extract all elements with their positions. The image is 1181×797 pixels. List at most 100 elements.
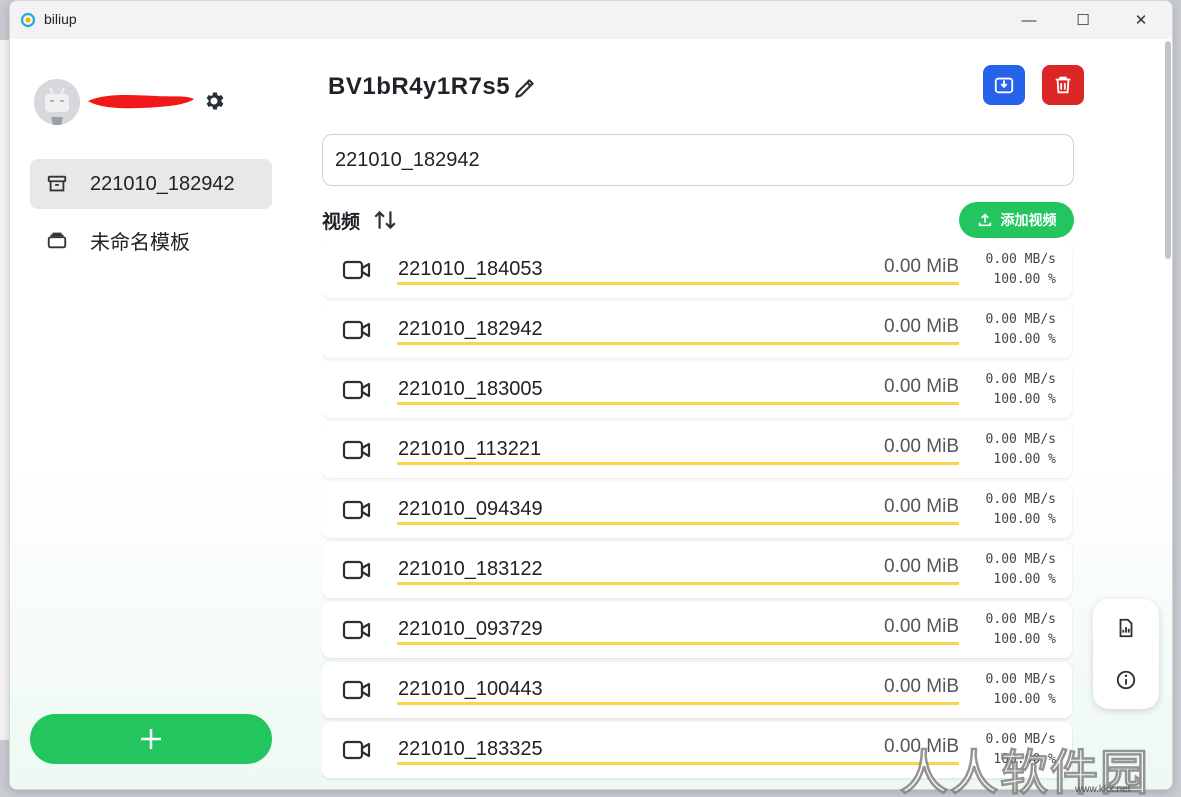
video-row[interactable]: 221010_183005 0.00 MiB 0.00 MB/s 100.00 % xyxy=(322,362,1072,418)
upload-progress-bar xyxy=(397,762,959,765)
video-name: 221010_113221 xyxy=(398,438,542,460)
template-name-input[interactable] xyxy=(322,134,1074,186)
download-icon xyxy=(994,77,1014,94)
sidebar-item-untitled-template[interactable]: 未命名模板 xyxy=(30,215,272,265)
archive-icon xyxy=(44,171,70,197)
video-row[interactable]: 221010_094349 0.00 MiB 0.00 MB/s 100.00 % xyxy=(322,482,1072,538)
video-camera-icon xyxy=(342,260,371,280)
maximize-button[interactable]: ☐ xyxy=(1060,1,1106,39)
video-size: 0.00 MiB xyxy=(884,376,959,397)
video-camera-icon xyxy=(342,560,371,580)
video-row[interactable]: 221010_184053 0.00 MiB 0.00 MB/s 100.00 % xyxy=(322,242,1072,298)
default-avatar-icon xyxy=(34,79,80,125)
upload-percent: 100.00 % xyxy=(993,572,1056,587)
main-panel: BV1bR4y1R7s5 视频 添加视频 221010_184053 0.00 M… xyxy=(320,39,1084,789)
video-size: 0.00 MiB xyxy=(884,616,959,637)
video-size: 0.00 MiB xyxy=(884,316,959,337)
video-row[interactable]: 221010_093729 0.00 MiB 0.00 MB/s 100.00 % xyxy=(322,602,1072,658)
video-name: 221010_184053 xyxy=(398,258,543,280)
video-camera-icon xyxy=(342,380,371,400)
close-window-button[interactable]: ✕ xyxy=(1118,1,1164,39)
upload-progress-fill xyxy=(397,462,959,465)
log-button[interactable] xyxy=(1113,615,1139,641)
video-name: 221010_100443 xyxy=(398,678,543,700)
plus-icon xyxy=(141,729,161,749)
video-list: 221010_184053 0.00 MiB 0.00 MB/s 100.00 % 22… xyxy=(322,242,1074,789)
video-row[interactable]: 221010_113221 0.00 MiB 0.00 MB/s 100.00 % xyxy=(322,422,1072,478)
add-video-label: 添加视频 xyxy=(1000,212,1057,228)
upload-percent: 100.00 % xyxy=(993,692,1056,707)
info-button[interactable] xyxy=(1113,667,1139,693)
delete-button[interactable] xyxy=(1042,65,1084,105)
video-name: 221010_183325 xyxy=(398,738,543,760)
upload-progress-fill xyxy=(397,342,959,345)
avatar[interactable] xyxy=(34,79,80,125)
upload-progress-bar xyxy=(397,702,959,705)
window-title: biliup xyxy=(44,11,77,27)
video-size: 0.00 MiB xyxy=(884,676,959,697)
upload-progress-fill xyxy=(397,762,959,765)
minimize-button[interactable]: — xyxy=(1006,1,1052,39)
upload-progress-bar xyxy=(397,462,959,465)
pencil-icon[interactable] xyxy=(512,75,538,101)
video-row[interactable]: 221010_182942 0.00 MiB 0.00 MB/s 100.00 % xyxy=(322,302,1072,358)
video-row[interactable]: 221010_100443 0.00 MiB 0.00 MB/s 100.00 % xyxy=(322,662,1072,718)
add-video-button[interactable]: 添加视频 xyxy=(959,202,1074,238)
video-size: 0.00 MiB xyxy=(884,556,959,577)
upload-percent: 100.00 % xyxy=(993,392,1056,407)
video-size: 0.00 MiB xyxy=(884,496,959,517)
app-window: biliup — ☐ ✕ 221010_182942 未命名模板 BV1bR4y… xyxy=(9,0,1173,790)
gear-icon[interactable] xyxy=(202,89,226,113)
upload-progress-bar xyxy=(397,522,959,525)
upload-progress-fill xyxy=(397,522,959,525)
video-camera-icon xyxy=(342,620,371,640)
save-button[interactable] xyxy=(983,65,1025,105)
upload-progress-fill xyxy=(397,402,959,405)
upload-progress-bar xyxy=(397,582,959,585)
video-name: 221010_093729 xyxy=(398,618,543,640)
video-camera-icon xyxy=(342,500,371,520)
video-name: 221010_094349 xyxy=(398,498,543,520)
info-icon xyxy=(1116,670,1136,690)
upload-speed: 0.00 MB/s xyxy=(985,492,1056,507)
video-name: 221010_182942 xyxy=(398,318,543,340)
upload-speed: 0.00 MB/s xyxy=(985,672,1056,687)
upload-percent: 100.00 % xyxy=(993,332,1056,347)
title-bar: biliup — ☐ ✕ xyxy=(10,1,1172,39)
upload-progress-fill xyxy=(397,642,959,645)
upload-progress-bar xyxy=(397,402,959,405)
videos-heading: 视频 xyxy=(322,212,361,233)
video-row[interactable]: 221010_183122 0.00 MiB 0.00 MB/s 100.00 % xyxy=(322,542,1072,598)
video-camera-icon xyxy=(342,440,371,460)
upload-icon xyxy=(978,213,991,227)
video-name: 221010_183005 xyxy=(398,378,543,400)
video-camera-icon xyxy=(342,680,371,700)
floating-actions xyxy=(1093,599,1159,709)
video-size: 0.00 MiB xyxy=(884,436,959,457)
upload-progress-fill xyxy=(397,282,959,285)
sidebar-item-221010_182942[interactable]: 221010_182942 xyxy=(30,159,272,209)
upload-progress-fill xyxy=(397,702,959,705)
upload-speed: 0.00 MB/s xyxy=(985,252,1056,267)
upload-speed: 0.00 MB/s xyxy=(985,612,1056,627)
upload-speed: 0.00 MB/s xyxy=(985,372,1056,387)
stack-icon xyxy=(44,227,70,253)
video-camera-icon xyxy=(342,740,371,760)
page-title: BV1bR4y1R7s5 xyxy=(328,73,511,100)
upload-progress-bar xyxy=(397,642,959,645)
app-logo-icon xyxy=(20,12,36,28)
upload-speed: 0.00 MB/s xyxy=(985,552,1056,567)
upload-speed: 0.00 MB/s xyxy=(985,312,1056,327)
app-content: 221010_182942 未命名模板 BV1bR4y1R7s5 221010_… xyxy=(10,39,1172,789)
upload-percent: 100.00 % xyxy=(993,632,1056,647)
upload-percent: 100.00 % xyxy=(993,512,1056,527)
scrollbar-thumb[interactable] xyxy=(1165,41,1171,259)
upload-percent: 100.00 % xyxy=(993,452,1056,467)
sort-icon[interactable] xyxy=(372,207,398,233)
scrollbar[interactable] xyxy=(1162,39,1172,789)
redacted-username xyxy=(88,95,194,109)
upload-progress-bar xyxy=(397,282,959,285)
add-template-button[interactable] xyxy=(30,714,272,764)
upload-percent: 100.00 % xyxy=(993,272,1056,287)
video-camera-icon xyxy=(342,320,371,340)
